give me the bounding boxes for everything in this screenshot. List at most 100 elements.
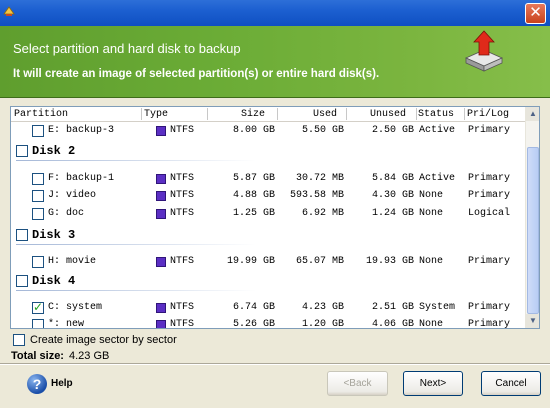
- partition-size: 1.25 GB: [232, 208, 275, 219]
- footer-divider: [0, 363, 550, 365]
- column-divider: [416, 108, 417, 120]
- partition-row[interactable]: J: video NTFS 4.88 GB 593.58 MB 4.30 GB None P…: [11, 188, 525, 205]
- partition-name: H: movie: [48, 256, 97, 267]
- scroll-down-icon[interactable]: ▼: [526, 314, 539, 328]
- column-divider: [464, 108, 465, 120]
- col-type[interactable]: Type: [144, 109, 168, 120]
- partition-used: 5.50 GB: [301, 125, 344, 136]
- next-button[interactable]: Next>: [403, 371, 463, 396]
- column-divider: [207, 108, 208, 120]
- partition-type: NTFS: [170, 319, 195, 329]
- close-icon[interactable]: ✕: [525, 3, 546, 24]
- header-subtitle: It will create an image of selected part…: [13, 68, 380, 80]
- disk-divider: [16, 160, 256, 161]
- partition-unused: 1.24 GB: [371, 208, 414, 219]
- column-header: Partition Type Size Used Unused Status P…: [11, 107, 525, 122]
- partition-checkbox[interactable]: [32, 256, 44, 268]
- app-icon: [3, 6, 15, 16]
- partition-checkbox[interactable]: [32, 319, 44, 328]
- partition-used: 65.07 MB: [295, 256, 344, 267]
- col-partition[interactable]: Partition: [14, 109, 68, 120]
- column-divider: [141, 108, 142, 120]
- ntfs-color-swatch: [156, 209, 166, 219]
- partition-used: 30.72 MB: [295, 173, 344, 184]
- ntfs-color-swatch: [156, 126, 166, 136]
- partition-unused: 5.84 GB: [371, 173, 414, 184]
- partition-size: 19.99 GB: [226, 256, 275, 267]
- partition-type: NTFS: [170, 302, 195, 313]
- hard-disk-upload-icon: [465, 30, 503, 72]
- partition-size: 8.00 GB: [232, 125, 275, 136]
- disk-checkbox[interactable]: [16, 145, 28, 157]
- header-title: Select partition and hard disk to backup: [13, 41, 241, 56]
- ntfs-color-swatch: [156, 191, 166, 201]
- sector-by-sector-label[interactable]: Create image sector by sector: [30, 334, 177, 346]
- partition-prilog: Primary: [468, 190, 511, 201]
- help-icon[interactable]: ?: [27, 374, 47, 394]
- column-divider: [277, 108, 278, 120]
- col-status[interactable]: Status: [418, 109, 454, 120]
- partition-status: Active: [419, 173, 456, 184]
- partition-checkbox[interactable]: [32, 190, 44, 202]
- col-size[interactable]: Size: [241, 109, 265, 120]
- disk-divider: [16, 244, 256, 245]
- cancel-button[interactable]: Cancel: [481, 371, 541, 396]
- partition-prilog: Primary: [468, 173, 511, 184]
- title-bar: ✕: [0, 0, 550, 26]
- partition-unused: 2.51 GB: [371, 302, 414, 313]
- partition-name: C: system: [48, 302, 103, 313]
- help-link[interactable]: Help: [51, 378, 73, 389]
- partition-status: Active: [419, 125, 456, 136]
- partition-size: 4.88 GB: [232, 190, 275, 201]
- partition-unused: 2.50 GB: [371, 125, 414, 136]
- disk-group-row[interactable]: Disk 3: [11, 226, 525, 245]
- disk-group-row[interactable]: Disk 4: [11, 272, 525, 291]
- partition-size: 5.26 GB: [232, 319, 275, 329]
- partition-status: None: [419, 319, 444, 329]
- total-size-label: Total size:: [11, 350, 64, 362]
- partition-checkbox[interactable]: [32, 300, 44, 314]
- header-divider: [11, 121, 525, 122]
- disk-checkbox[interactable]: [16, 275, 28, 287]
- back-button[interactable]: <Back: [327, 371, 388, 396]
- partition-checkbox[interactable]: [32, 125, 44, 137]
- partition-name: F: backup-1: [48, 173, 115, 184]
- partition-name: E: backup-3: [48, 125, 115, 136]
- partition-type: NTFS: [170, 173, 195, 184]
- partition-list[interactable]: E: backup-3 NTFS 8.00 GB 5.50 GB 2.50 GB Acti…: [10, 106, 540, 329]
- partition-unused: 4.30 GB: [371, 190, 414, 201]
- partition-row[interactable]: C: system NTFS 6.74 GB 4.23 GB 2.51 GB System…: [11, 300, 525, 317]
- partition-name: *: new: [48, 319, 85, 329]
- partition-type: NTFS: [170, 256, 195, 267]
- vertical-scrollbar[interactable]: ▲ ▼: [525, 107, 539, 328]
- partition-rows: E: backup-3 NTFS 8.00 GB 5.50 GB 2.50 GB Acti…: [11, 107, 525, 328]
- partition-prilog: Primary: [468, 319, 511, 329]
- partition-checkbox[interactable]: [32, 173, 44, 185]
- partition-used: 4.23 GB: [301, 302, 344, 313]
- partition-row[interactable]: F: backup-1 NTFS 5.87 GB 30.72 MB 5.84 GB Act…: [11, 171, 525, 188]
- partition-row[interactable]: H: movie NTFS 19.99 GB 65.07 MB 19.93 GB None…: [11, 254, 525, 271]
- ntfs-color-swatch: [156, 303, 166, 313]
- disk-group-row[interactable]: Disk 2: [11, 142, 525, 161]
- partition-status: None: [419, 190, 444, 201]
- disk-label: Disk 3: [32, 228, 76, 242]
- partition-row[interactable]: G: doc NTFS 1.25 GB 6.92 MB 1.24 GB None Logic…: [11, 206, 525, 223]
- partition-prilog: Logical: [468, 208, 511, 219]
- disk-label: Disk 4: [32, 274, 76, 288]
- disk-checkbox[interactable]: [16, 229, 28, 241]
- partition-status: None: [419, 208, 444, 219]
- sector-by-sector-checkbox[interactable]: [13, 334, 25, 346]
- partition-checkbox[interactable]: [32, 208, 44, 220]
- col-unused[interactable]: Unused: [370, 109, 406, 120]
- partition-used: 6.92 MB: [301, 208, 344, 219]
- partition-type: NTFS: [170, 208, 195, 219]
- col-used[interactable]: Used: [313, 109, 337, 120]
- partition-size: 6.74 GB: [232, 302, 275, 313]
- scroll-up-icon[interactable]: ▲: [526, 107, 539, 121]
- partition-used: 593.58 MB: [289, 190, 344, 201]
- partition-row[interactable]: *: new NTFS 5.26 GB 1.20 GB 4.06 GB None Prima…: [11, 317, 525, 329]
- partition-prilog: Primary: [468, 256, 511, 267]
- col-prilog[interactable]: Pri/Log: [467, 109, 509, 120]
- partition-row[interactable]: E: backup-3 NTFS 8.00 GB 5.50 GB 2.50 GB Acti…: [11, 123, 525, 140]
- scroll-thumb[interactable]: [527, 147, 539, 314]
